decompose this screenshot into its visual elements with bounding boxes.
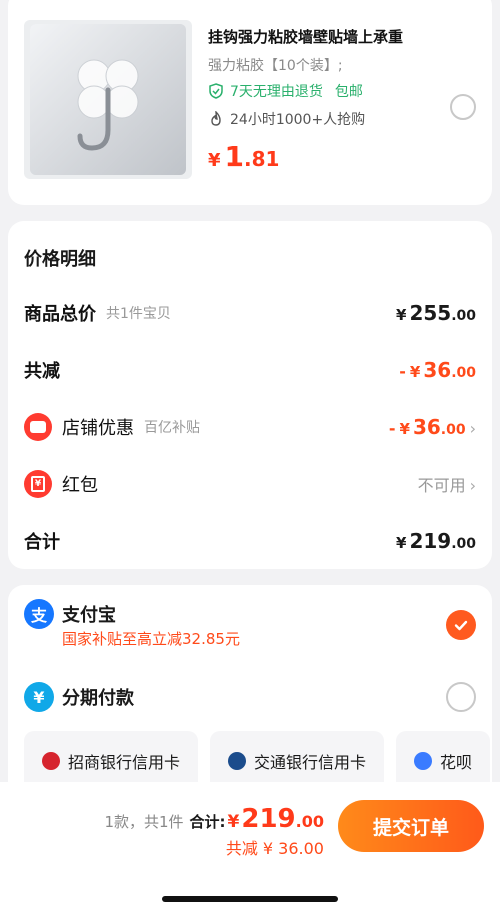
order-summary: 1款，共1件 合计: ¥ 219 .00 <box>104 804 324 834</box>
currency-symbol: ¥ <box>396 534 407 552</box>
product-spec[interactable]: 强力粘胶【10个装】; <box>208 55 343 75</box>
home-indicator[interactable] <box>162 896 338 902</box>
price-symbol: ¥ <box>208 150 221 171</box>
red-packet-label: 红包 <box>62 475 98 496</box>
value-integer: 255 <box>409 301 452 325</box>
value-integer: 36 <box>423 358 452 382</box>
price-detail-card: 价格明细 商品总价 共1件宝贝 ¥ 255 .00 共减 - ¥ 36 .00 … <box>8 221 492 569</box>
amount-integer: 219 <box>241 804 296 834</box>
alipay-option[interactable]: 支 支付宝 <box>24 599 476 629</box>
value-integer: 219 <box>409 529 452 553</box>
price-integer: 1 <box>224 140 245 173</box>
product-card: 挂钩强力粘胶墙壁贴墙上承重 强力粘胶【10个装】; 7天无理由退货 包邮 24小… <box>8 0 492 205</box>
red-packet-icon: ¥ <box>24 470 52 498</box>
total-label: 合计: <box>189 813 226 831</box>
currency-symbol: ¥ <box>409 363 421 381</box>
amount-decimal: .00 <box>295 812 324 831</box>
price-decimal: .81 <box>244 147 280 171</box>
minus-sign: - <box>399 362 406 381</box>
installment-icon: ¥ <box>24 682 54 712</box>
payment-card: 支 支付宝 国家补贴至高立减32.85元 ¥ 分期付款 招商银行信用卡 交通银行… <box>8 585 492 805</box>
value-integer: 36 <box>412 415 441 439</box>
value-decimal: .00 <box>451 365 476 381</box>
return-text: 7天无理由退货 <box>230 84 323 100</box>
product-select-radio[interactable] <box>450 94 476 120</box>
value-decimal: .00 <box>451 308 476 324</box>
installment-name: 分期付款 <box>62 688 134 709</box>
huabei-logo-icon <box>414 752 433 770</box>
total-amount: ¥ 219 .00 <box>226 804 324 834</box>
bank-name: 交通银行信用卡 <box>254 753 367 772</box>
bank-name: 花呗 <box>440 753 473 772</box>
alipay-selected-check[interactable] <box>446 610 476 640</box>
sum-row: 合计 ¥ 219 .00 <box>24 526 476 556</box>
cmb-logo-icon <box>42 752 60 770</box>
bocom-logo-icon <box>228 752 247 770</box>
value-decimal: .00 <box>440 422 466 438</box>
minus-sign: - <box>388 419 396 438</box>
hot-sales: 24小时1000+人抢购 <box>208 109 365 129</box>
hot-text: 24小时1000+人抢购 <box>230 112 366 128</box>
red-packet-row[interactable]: ¥ 红包 不可用 › <box>24 469 476 499</box>
price-detail-title: 价格明细 <box>24 249 96 270</box>
installment-option[interactable]: ¥ 分期付款 <box>24 682 476 712</box>
value-decimal: .00 <box>451 536 476 552</box>
alipay-promo: 国家补贴至高立减32.85元 <box>62 630 240 648</box>
alipay-name: 支付宝 <box>62 605 116 626</box>
installment-radio[interactable] <box>446 682 476 712</box>
shop-discount-label: 店铺优惠 <box>62 418 134 439</box>
saved-amount: 共减 ¥ 36.00 <box>225 839 324 858</box>
chevron-right-icon: › <box>469 419 476 438</box>
total-price-sub: 共1件宝贝 <box>106 306 171 322</box>
currency-symbol: ¥ <box>396 306 407 324</box>
submit-order-button[interactable]: 提交订单 <box>338 800 484 852</box>
sum-value: ¥ 219 .00 <box>396 529 476 553</box>
alipay-icon: 支 <box>24 599 54 629</box>
total-price-label: 商品总价 <box>24 304 96 325</box>
red-packet-status: 不可用 › <box>418 472 476 496</box>
reduce-row: 共减 - ¥ 36 .00 <box>24 355 476 385</box>
check-icon <box>454 620 468 631</box>
shield-check-icon <box>209 83 223 99</box>
flame-icon <box>211 111 221 126</box>
chevron-right-icon: › <box>469 476 476 495</box>
product-image[interactable] <box>24 20 192 179</box>
shop-icon <box>24 413 52 441</box>
red-packet-status-text: 不可用 <box>417 476 466 495</box>
sum-label: 合计 <box>24 532 60 553</box>
product-price: ¥ 1 .81 <box>208 140 279 173</box>
checkout-bar: 1款，共1件 合计: ¥ 219 .00 共减 ¥ 36.00 提交订单 <box>0 782 500 912</box>
bank-name: 招商银行信用卡 <box>68 753 181 772</box>
shop-discount-row[interactable]: 店铺优惠 百亿补贴 - ¥ 36 .00 › <box>24 412 476 442</box>
total-price-value: ¥ 255 .00 <box>396 301 476 325</box>
shop-discount-sub: 百亿补贴 <box>144 420 200 436</box>
shop-discount-value: - ¥ 36 .00 › <box>389 415 476 439</box>
reduce-label: 共减 <box>24 361 60 382</box>
reduce-value: - ¥ 36 .00 <box>399 358 476 382</box>
total-price-row: 商品总价 共1件宝贝 ¥ 255 .00 <box>24 298 476 328</box>
hook-image <box>30 24 186 175</box>
item-count: 1款，共1件 <box>104 813 184 831</box>
return-policy: 7天无理由退货 包邮 <box>208 81 363 101</box>
product-title[interactable]: 挂钩强力粘胶墙壁贴墙上承重 <box>208 26 403 47</box>
currency-symbol: ¥ <box>227 812 240 832</box>
currency-symbol: ¥ <box>399 420 410 438</box>
red-packet-glyph: ¥ <box>31 476 45 492</box>
shipping-text: 包邮 <box>334 84 363 100</box>
